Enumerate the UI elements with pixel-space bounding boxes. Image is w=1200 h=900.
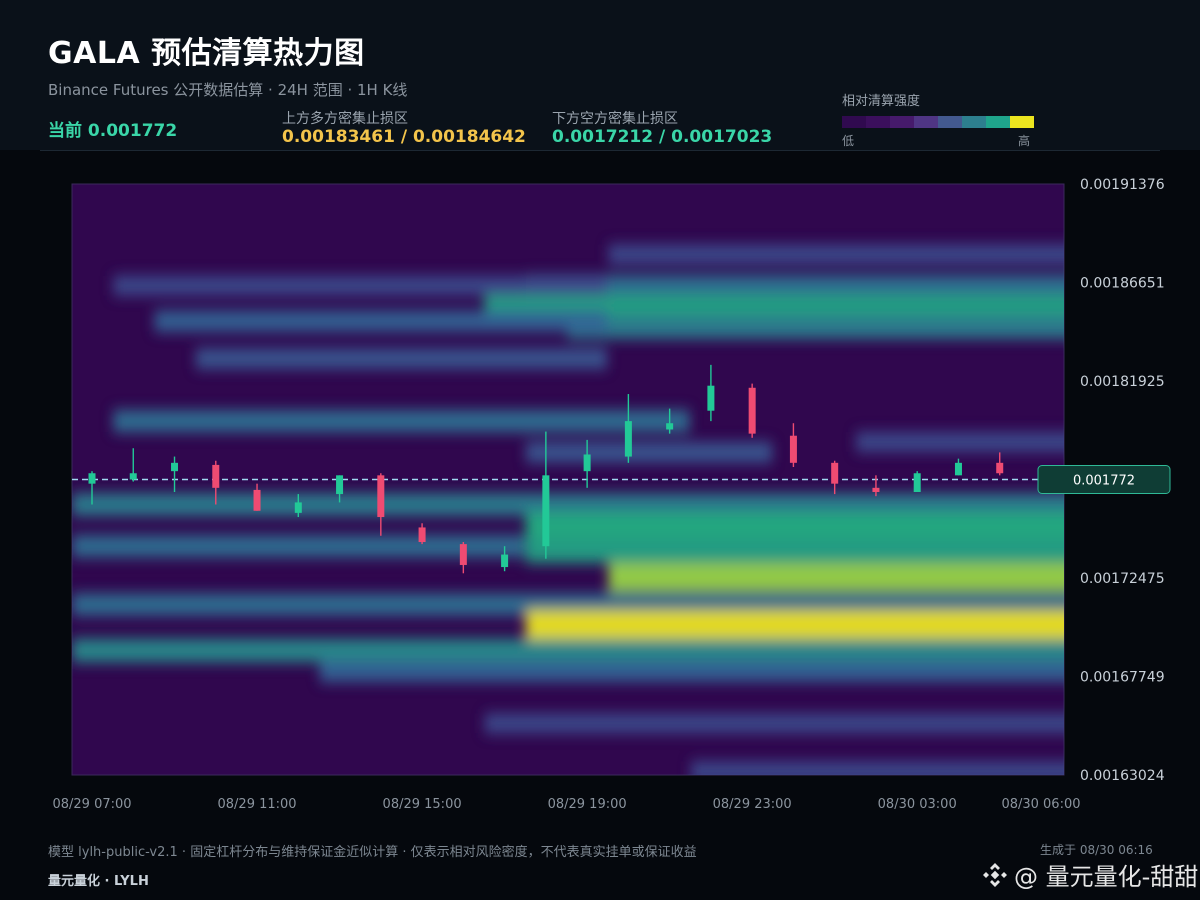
y-tick-label: 0.00186651: [1080, 275, 1165, 291]
footer-brand: 量元量化 · LYLH: [48, 874, 149, 889]
candle-body: [954, 462, 962, 476]
heat-band: [195, 348, 608, 369]
heat-band: [72, 638, 1064, 663]
heat-band: [154, 310, 608, 332]
candle-body: [336, 475, 344, 495]
candle-body: [542, 475, 550, 547]
candle-body: [418, 527, 426, 543]
x-tick-label: 08/29 23:00: [713, 797, 792, 812]
candle-body: [707, 385, 715, 411]
candle-body: [624, 421, 632, 457]
heat-band: [690, 761, 1064, 775]
heat-band: [608, 563, 1064, 592]
candle-body: [789, 435, 797, 463]
x-tick-label: 08/29 11:00: [218, 797, 297, 812]
watermark: @ 量元量化-甜甜: [982, 857, 1198, 892]
heat-band: [525, 274, 1064, 297]
heat-band: [72, 535, 525, 558]
heat-band: [525, 537, 1064, 563]
x-tick-label: 08/29 19:00: [548, 797, 627, 812]
candle-body: [129, 473, 137, 480]
heatmap-chart: 0.00191376 0.00186651 0.00181925 0.00172475…: [52, 177, 1171, 812]
candle-body: [913, 473, 921, 493]
x-tick-label: 08/30 03:00: [878, 797, 957, 812]
heat-band: [113, 410, 690, 433]
heat-band: [525, 512, 1064, 539]
x-tick-label: 08/29 15:00: [383, 797, 462, 812]
heat-band: [484, 713, 1064, 734]
candle-body: [212, 464, 220, 488]
candle-body: [666, 423, 674, 430]
heat-band: [608, 244, 1064, 265]
watermark-text: @ 量元量化-甜甜: [1014, 863, 1199, 891]
candle-body: [583, 454, 591, 472]
binance-logo-icon: [983, 862, 1007, 887]
candle-body: [88, 473, 96, 484]
generated-time: 生成于 08/30 06:16: [1040, 843, 1153, 857]
candle-body: [748, 387, 756, 434]
x-tick-label: 08/30 06:00: [1001, 797, 1080, 812]
y-tick-label: 0.00163024: [1080, 768, 1165, 784]
y-tick-label: 0.00167749: [1080, 670, 1165, 686]
footer-note: 模型 lylh-public-v2.1 · 固定杠杆分布与维持保证金近似计算 ·…: [48, 845, 697, 860]
candle-body: [294, 502, 302, 513]
candle-body: [459, 544, 467, 565]
candle-body: [171, 462, 179, 472]
current-price-tag-label: 0.001772: [1073, 474, 1135, 489]
candle-body: [501, 554, 509, 568]
candle-body: [996, 462, 1004, 474]
candle-body: [253, 489, 261, 511]
y-tick-label: 0.00181925: [1080, 374, 1165, 390]
heat-band: [525, 610, 1064, 641]
candle-body: [872, 487, 880, 493]
x-tick-label: 08/29 07:00: [52, 797, 131, 812]
candle-body: [377, 475, 385, 518]
y-tick-label: 0.00191376: [1080, 177, 1165, 193]
heat-band: [319, 660, 1064, 682]
heat-band: [113, 275, 608, 296]
heat-band: [567, 315, 1064, 339]
candle-body: [831, 462, 839, 484]
y-tick-label: 0.00172475: [1080, 571, 1165, 587]
heat-band: [855, 432, 1064, 452]
heat-band: [525, 442, 773, 463]
